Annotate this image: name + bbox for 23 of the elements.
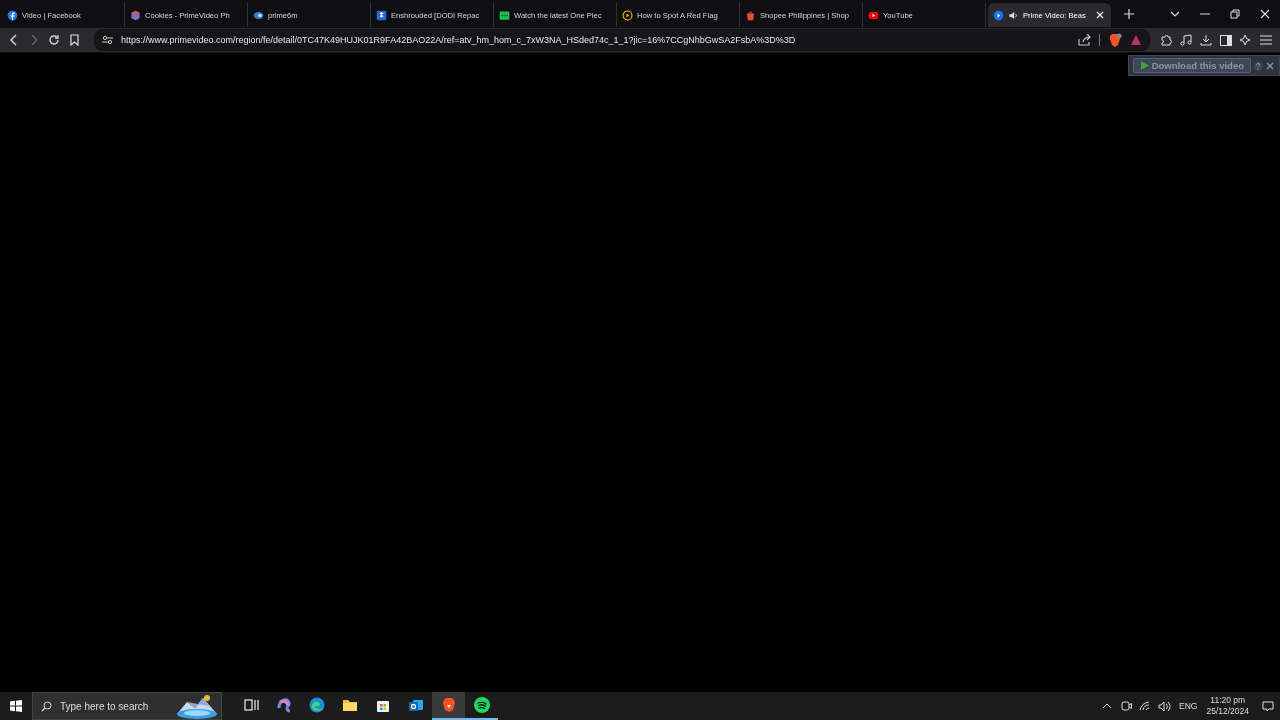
- box-icon: [376, 9, 387, 21]
- sliders-icon[interactable]: [102, 35, 113, 45]
- lion-icon[interactable]: [432, 692, 465, 720]
- language-indicator[interactable]: ENG: [1179, 701, 1198, 711]
- search-icon: [41, 700, 52, 712]
- play-icon: [1139, 61, 1149, 70]
- page-icon: [499, 9, 510, 21]
- triangle-icon[interactable]: [1130, 34, 1142, 46]
- share-icon[interactable]: [1078, 34, 1091, 46]
- letter-f-icon: [7, 9, 18, 21]
- play-icon: [868, 9, 879, 21]
- shopping-bag-icon: [745, 9, 756, 21]
- url-text: https://www.primevideo.com/region/fe/detail/0TC47K49HUJK01R9FA42BAO22A/ref=atv_hm_hom_c_7xW3NA_HSded74c_1_1?jic=16%7CCgNhbGwSA2FsbA%3D%3D: [121, 35, 797, 45]
- close-icon[interactable]: [1094, 9, 1106, 21]
- address-bar[interactable]: https://www.primevideo.com/region/fe/detail/0TC47K49HUJK01R9FA42BAO22A/ref=atv_hm_hom_c_7xW3NA_HSded74c_1_1?jic=16%7CCgNhbGwSA2FsbA%3D%3D: [94, 29, 1150, 51]
- lion-icon[interactable]: [1108, 33, 1122, 47]
- clock-date[interactable]: 25/12/2024: [1206, 706, 1249, 717]
- clock-time[interactable]: 11:20 pm: [1210, 695, 1246, 706]
- cube-icon: [130, 9, 141, 21]
- play-circle-icon: [622, 9, 633, 21]
- search-field[interactable]: Type here to search: [60, 700, 160, 712]
- play-icon: [993, 9, 1004, 21]
- help-icon[interactable]: [1253, 60, 1263, 71]
